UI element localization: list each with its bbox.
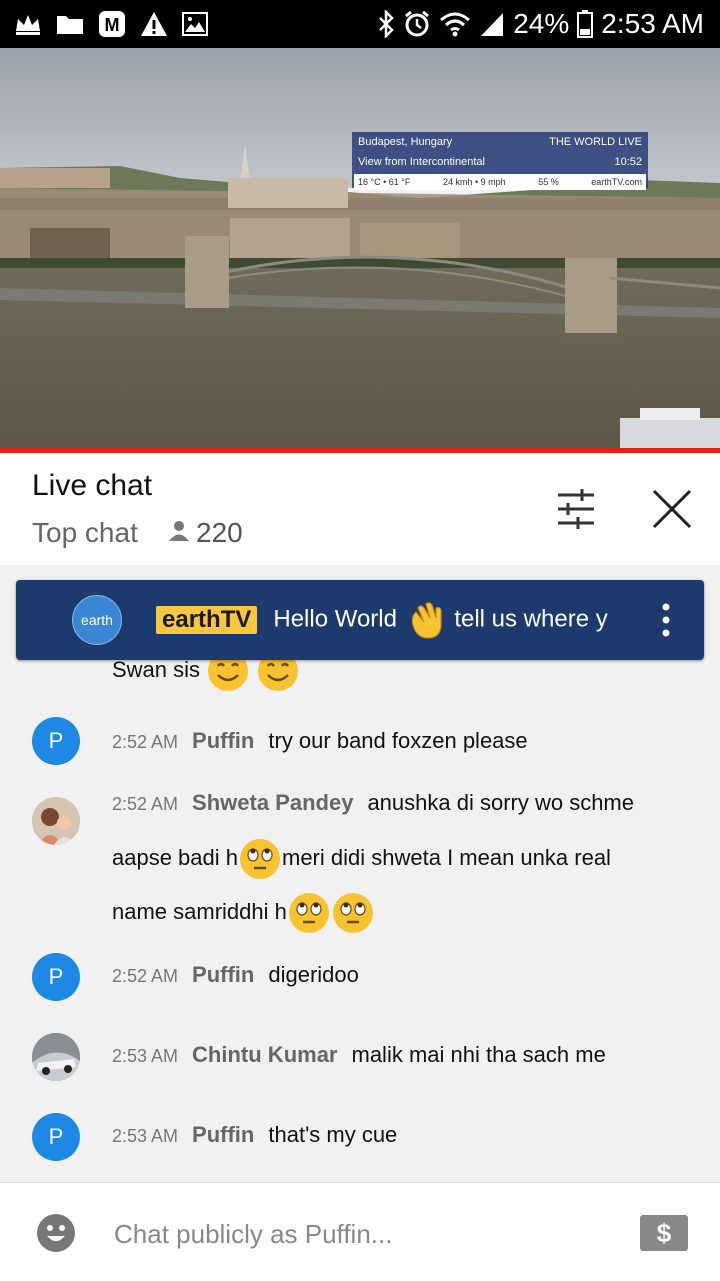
- emoji-button[interactable]: [36, 1213, 76, 1253]
- pinned-message-text: Hello World tell us where y: [273, 598, 613, 642]
- message-text: malik mai nhi tha sach me: [351, 1042, 606, 1067]
- alarm-icon: [403, 10, 431, 38]
- message-text: meri didi shweta I mean unka real: [282, 845, 611, 870]
- super-chat-button[interactable]: $: [640, 1215, 688, 1251]
- overlay-time: 10:52: [614, 156, 642, 168]
- person-icon: [168, 517, 190, 549]
- eye-roll-emoji-icon: [332, 893, 373, 934]
- message-text: digeridoo: [268, 962, 359, 987]
- pinned-author-badge[interactable]: earthTV: [156, 606, 258, 634]
- overlay-view: View from Intercontinental: [358, 156, 485, 168]
- weather-overlay: Budapest, Hungary THE WORLD LIVE View fr…: [352, 132, 648, 190]
- video-frame: [0, 48, 720, 448]
- user-photo-icon: [32, 1033, 80, 1081]
- avatar: P: [32, 717, 80, 765]
- chat-input-bar: $: [0, 1182, 720, 1281]
- crown-icon: [14, 13, 42, 35]
- message-line: 2:53 AM Chintu Kumar malik mai nhi tha sac…: [112, 1028, 692, 1083]
- warning-icon: [140, 11, 168, 37]
- wifi-icon: [439, 11, 471, 37]
- overlay-humidity: 55 %: [538, 177, 559, 187]
- avatar: [32, 797, 80, 845]
- avatar: P: [32, 953, 80, 1001]
- viewer-count: 220: [168, 517, 243, 549]
- more-options-button[interactable]: [658, 602, 674, 638]
- message-time: 2:52 AM: [112, 732, 179, 752]
- more-vert-icon: [662, 603, 670, 637]
- clock: 2:53 AM: [601, 8, 704, 39]
- pinned-message[interactable]: earth earthTV Hello World tell us where …: [16, 580, 704, 660]
- avatar: [32, 1033, 80, 1081]
- chat-title: Live chat: [32, 469, 153, 502]
- svg-text:M: M: [105, 15, 120, 35]
- message-author[interactable]: Puffin: [192, 962, 254, 987]
- overlay-site: earthTV.com: [591, 177, 642, 187]
- image-icon: [182, 12, 208, 36]
- bluetooth-icon: [377, 10, 395, 38]
- message-time: 2:52 AM: [112, 966, 179, 986]
- chat-input[interactable]: [112, 1209, 596, 1259]
- filter-button[interactable]: [552, 485, 600, 533]
- message-line: 2:52 AM Shweta Pandey anushka di sorry wo …: [112, 776, 692, 939]
- close-icon: [652, 489, 692, 529]
- battery-percent: 24%: [513, 8, 570, 39]
- emoji-icon: [37, 1214, 75, 1252]
- viewer-count-value: 220: [196, 517, 243, 548]
- top-chat-selector[interactable]: Top chat: [32, 517, 138, 549]
- user-photo-icon: [32, 797, 80, 845]
- overlay-weather: 16 °C • 61 °F: [358, 177, 411, 187]
- eye-roll-emoji-icon: [240, 839, 280, 880]
- message-author[interactable]: Puffin: [192, 1122, 254, 1147]
- overlay-wind: 24 kmh • 9 mph: [442, 177, 506, 187]
- message-line: 2:52 AM Puffin digeridoo: [112, 948, 692, 1003]
- message-text: anushka di sorry wo schme: [367, 790, 634, 815]
- waving-hand-icon: [411, 602, 442, 639]
- message-author[interactable]: Shweta Pandey: [192, 790, 353, 815]
- message-line: 2:53 AM Puffin that's my cue: [112, 1108, 692, 1163]
- signal-icon: [479, 11, 505, 37]
- m-app-icon: M: [98, 10, 126, 38]
- battery-icon: [577, 10, 594, 38]
- message-text: name samriddhi h: [112, 899, 287, 924]
- avatar: P: [32, 1113, 80, 1161]
- message-time: 2:53 AM: [112, 1046, 179, 1066]
- overlay-location: Budapest, Hungary: [358, 136, 453, 148]
- eye-roll-emoji-icon: [288, 893, 329, 934]
- overlay-brand: THE WORLD LIVE: [549, 136, 642, 148]
- message-text: that's my cue: [268, 1122, 398, 1147]
- message-time: 2:52 AM: [112, 794, 179, 814]
- message-text: try our band foxzen please: [268, 728, 528, 753]
- earthtv-avatar: earth: [72, 595, 122, 645]
- chat-header: Live chat Top chat 220: [0, 453, 720, 565]
- sliders-icon: [558, 489, 594, 529]
- message-text: aapse badi h: [112, 845, 238, 870]
- pinned-message-end: tell us where y: [454, 605, 608, 633]
- folder-icon: [56, 13, 84, 35]
- status-bar: M 24% 2:53 AM: [0, 0, 720, 48]
- video-player[interactable]: Budapest, Hungary THE WORLD LIVE View fr…: [0, 48, 720, 448]
- message-author[interactable]: Chintu Kumar: [192, 1042, 337, 1067]
- message-time: 2:53 AM: [112, 1126, 179, 1146]
- pinned-message-start: Hello World: [273, 605, 397, 633]
- message-text: Swan sis: [112, 657, 201, 682]
- message-author[interactable]: Puffin: [192, 728, 254, 753]
- message-line: 2:52 AM Puffin try our band foxzen please: [112, 714, 692, 769]
- close-button[interactable]: [648, 485, 696, 533]
